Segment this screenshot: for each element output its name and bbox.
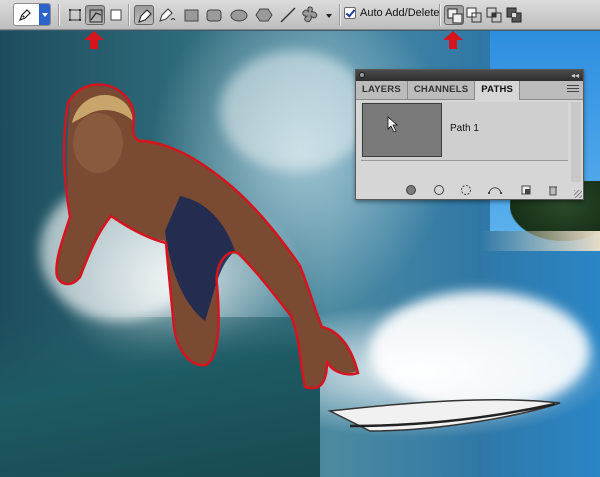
- separator: [58, 4, 60, 26]
- pen-tool-icon: [18, 9, 31, 22]
- panel-title-bar[interactable]: ◂◂: [356, 70, 583, 81]
- pen-tool-button[interactable]: [134, 5, 154, 25]
- auto-add-delete-label: Auto Add/Delete: [360, 7, 440, 19]
- custom-shape-icon: [302, 6, 318, 23]
- tab-layers[interactable]: LAYERS: [356, 81, 408, 99]
- fill-pixels-icon: [110, 9, 122, 21]
- rectangle-tool-button[interactable]: [181, 5, 201, 25]
- path-thumbnail: [362, 103, 442, 157]
- direct-selection-cursor-icon: [387, 116, 399, 133]
- path-name: Path 1: [450, 123, 479, 134]
- ellipse-icon: [230, 9, 248, 22]
- chevron-down-icon: [326, 14, 332, 18]
- separator: [339, 4, 341, 26]
- shape-layers-icon: [69, 9, 81, 21]
- shape-options-dropdown[interactable]: [322, 5, 336, 25]
- load-as-selection-icon[interactable]: [460, 184, 472, 196]
- red-arrow-indicator: [443, 31, 463, 49]
- resize-grip[interactable]: [574, 190, 582, 198]
- tab-paths[interactable]: PATHS: [475, 81, 521, 100]
- ellipse-tool-button[interactable]: [229, 5, 249, 25]
- custom-shape-tool-button[interactable]: [300, 5, 320, 25]
- intersect-path-areas-button[interactable]: [484, 5, 504, 25]
- separator: [439, 4, 441, 26]
- tool-preset-picker[interactable]: [13, 3, 51, 26]
- panel-scrollbar[interactable]: [571, 102, 581, 182]
- panel-menu-icon[interactable]: [567, 85, 579, 94]
- paths-mode-button[interactable]: [85, 5, 105, 25]
- trash-icon[interactable]: [547, 184, 559, 196]
- add-to-path-area-button[interactable]: [444, 5, 464, 25]
- polygon-icon: [255, 8, 273, 22]
- stroke-path-icon[interactable]: [433, 184, 445, 196]
- checkbox-checked-icon[interactable]: [344, 7, 356, 19]
- chevron-down-icon[interactable]: [39, 4, 50, 25]
- collapse-icon[interactable]: ◂◂: [571, 70, 579, 81]
- line-icon: [280, 7, 296, 23]
- fill-pixels-button[interactable]: [106, 5, 126, 25]
- subtract-from-path-area-button[interactable]: [464, 5, 484, 25]
- rounded-rectangle-icon: [206, 9, 222, 22]
- combine-shapes-icon: [447, 8, 463, 24]
- make-work-path-icon[interactable]: [487, 184, 503, 196]
- exclude-shapes-icon: [506, 7, 522, 23]
- new-path-icon[interactable]: [520, 184, 532, 196]
- options-bar: Auto Add/Delete: [0, 0, 600, 30]
- paths-panel: ◂◂ LAYERS CHANNELS PATHS Path 1: [355, 69, 584, 200]
- separator: [128, 4, 130, 26]
- path-list-item[interactable]: Path 1: [361, 102, 568, 161]
- tab-channels[interactable]: CHANNELS: [408, 81, 476, 99]
- freeform-pen-button[interactable]: [157, 5, 177, 25]
- auto-add-delete-checkbox[interactable]: Auto Add/Delete: [344, 7, 440, 19]
- panel-footer: [356, 181, 583, 199]
- line-tool-button[interactable]: [278, 5, 298, 25]
- fill-path-icon[interactable]: [405, 184, 417, 196]
- intersect-shapes-icon: [486, 7, 502, 23]
- shape-layers-button[interactable]: [65, 5, 85, 25]
- pen-icon: [138, 9, 152, 23]
- polygon-tool-button[interactable]: [254, 5, 274, 25]
- panel-tab-bar: LAYERS CHANNELS PATHS: [356, 81, 583, 100]
- rounded-rectangle-tool-button[interactable]: [204, 5, 224, 25]
- rectangle-icon: [184, 9, 199, 22]
- freeform-pen-icon: [159, 8, 176, 22]
- close-icon[interactable]: [359, 72, 365, 78]
- subtract-shapes-icon: [466, 7, 482, 23]
- red-arrow-indicator: [84, 31, 104, 49]
- exclude-overlapping-path-areas-button[interactable]: [504, 5, 524, 25]
- paths-icon: [89, 9, 103, 23]
